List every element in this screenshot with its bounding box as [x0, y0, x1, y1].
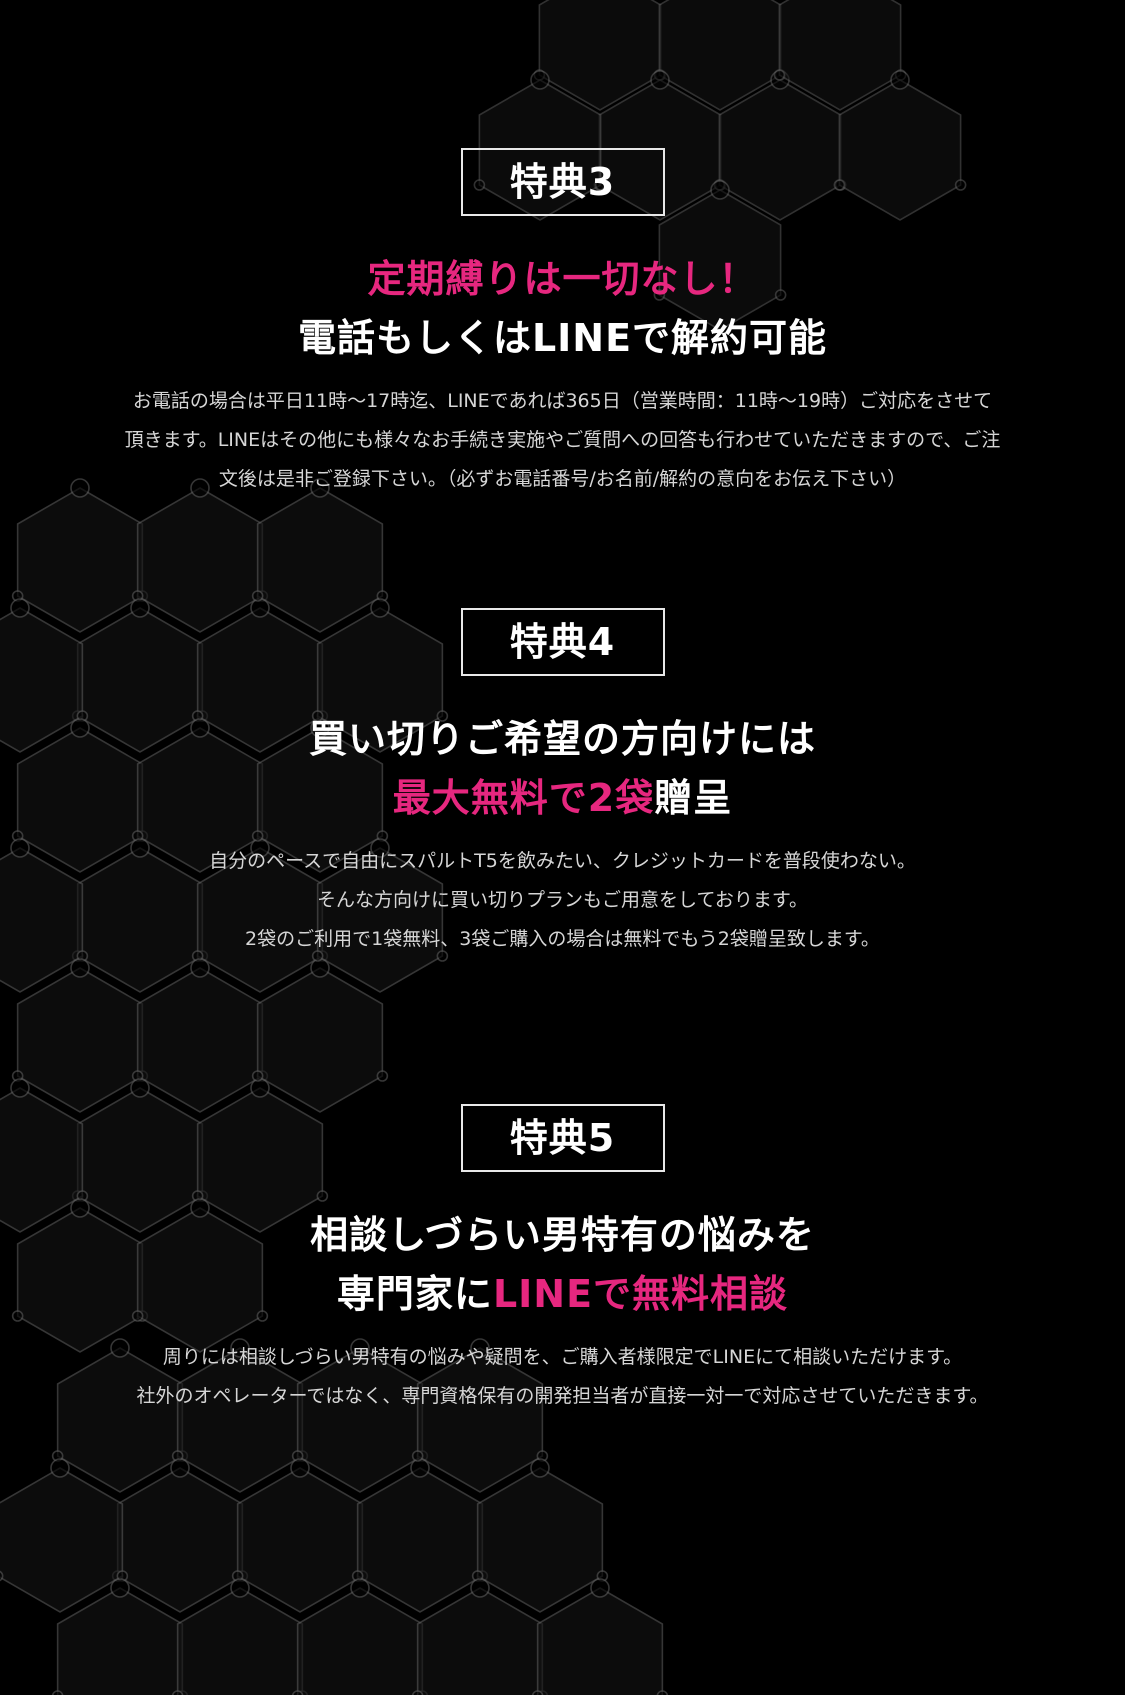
background-hexagon: [136, 967, 264, 1113]
background-node: [110, 1578, 130, 1598]
background-hexagon: [256, 967, 384, 1113]
background-node: [50, 1458, 70, 1478]
benefit-4-description-line: そんな方向けに買い切りプランもご用意をしております。: [317, 889, 808, 911]
background-node: [291, 1690, 304, 1695]
background-node: [170, 1458, 190, 1478]
background-node: [130, 1078, 150, 1098]
background-node: [190, 958, 210, 978]
background-node: [51, 1690, 64, 1695]
background-hexagon: [0, 1467, 124, 1613]
benefit-4-section: 特典4 買い切りご希望の方向けには 最大無料で2袋贈呈 自分のペースで自由にスパ…: [0, 608, 1125, 959]
background-hexagon: [476, 1467, 604, 1613]
background-node: [531, 1690, 544, 1695]
benefit-3-heading-line-2: 電話もしくはLINEで解約可能: [297, 316, 828, 360]
background-node: [251, 590, 264, 602]
background-node: [171, 1690, 184, 1695]
background-node: [656, 1690, 669, 1695]
benefit-5-section: 特典5 相談しづらい男特有の悩みを 専門家にLINEで無料相談 周りには相談しづ…: [0, 1104, 1125, 1416]
benefit-4-heading: 買い切りご希望の方向けには 最大無料で2袋贈呈: [0, 710, 1125, 828]
benefit-4-description-line: 自分のペースで自由にスパルトT5を飲みたい、クレジットカードを普段使わない。: [209, 850, 916, 872]
background-node: [230, 1578, 250, 1598]
benefit-4-description: 自分のペースで自由にスパルトT5を飲みたい、クレジットカードを普段使わない。 そ…: [0, 842, 1125, 959]
background-node: [290, 1458, 310, 1478]
background-node: [376, 1070, 389, 1082]
background-node: [890, 70, 910, 90]
background-node: [251, 1070, 264, 1082]
background-hexagon: [56, 1587, 184, 1695]
background-hexagon: [236, 1467, 364, 1613]
benefit-5-description-line: 周りには相談しづらい男特有の悩みや疑問を、ご購入者様限定でLINEにて相談いただ…: [162, 1346, 963, 1368]
benefit-4-heading-line-2: 最大無料で2袋贈呈: [392, 776, 733, 820]
background-node: [650, 70, 670, 90]
benefit-4-badge: 特典4: [460, 608, 665, 676]
background-hexagon: [536, 1587, 664, 1695]
benefit-3-description-line: 文後は是非ご登録下さい。（必ずお電話番号/お名前/解約の意向をお伝え下さい）: [218, 468, 907, 490]
background-node: [530, 1458, 550, 1478]
benefit-5-heading-line-1: 相談しづらい男特有の悩みを: [310, 1213, 815, 1257]
benefit-5-description: 周りには相談しづらい男特有の悩みや疑問を、ご購入者様限定でLINEにて相談いただ…: [0, 1338, 1125, 1416]
background-hexagon: [116, 1467, 244, 1613]
benefit-5-badge: 特典5: [460, 1104, 665, 1172]
benefit-3-badge: 特典3: [460, 148, 665, 216]
benefit-3-description-line: お電話の場合は平日11時〜17時迄、LINEであれば365日（営業時間：11時〜…: [132, 390, 993, 412]
background-node: [470, 1578, 490, 1598]
background-hexagon: [416, 1587, 544, 1695]
benefit-3-section: 特典3 定期縛りは一切なし！ 電話もしくはLINEで解約可能 お電話の場合は平日…: [0, 148, 1125, 499]
background-node: [10, 1078, 30, 1098]
background-node: [590, 1578, 610, 1598]
benefit-3-description-line: 頂きます。LINEはその他にも様々なお手続き実施やご質問への回答も行わせていただ…: [124, 429, 1001, 451]
benefit-5-description-line: 社外のオペレーターではなく、専門資格保有の開発担当者が直接一対一で対応させていた…: [136, 1385, 989, 1407]
benefit-3-heading-line-1: 定期縛りは一切なし！: [367, 257, 758, 301]
background-node: [411, 1450, 424, 1462]
background-node: [530, 70, 550, 90]
benefit-3-heading: 定期縛りは一切なし！ 電話もしくはLINEで解約可能: [0, 250, 1125, 368]
background-hexagon: [296, 1587, 424, 1695]
benefit-4-description-line: 2袋のご利用で1袋無料、3袋ご購入の場合は無料でもう2袋贈呈致します。: [245, 928, 880, 950]
benefit-5-heading: 相談しづらい男特有の悩みを 専門家にLINEで無料相談: [0, 1206, 1125, 1324]
background-hexagon: [356, 1467, 484, 1613]
background-node: [350, 1578, 370, 1598]
benefit-5-heading-line-2: 専門家にLINEで無料相談: [336, 1272, 789, 1316]
background-hexagon: [176, 1587, 304, 1695]
benefit-3-description: お電話の場合は平日11時〜17時迄、LINEであれば365日（営業時間：11時〜…: [0, 382, 1125, 499]
background-node: [70, 958, 90, 978]
background-node: [0, 1570, 4, 1582]
background-node: [773, 69, 786, 81]
background-node: [411, 1690, 424, 1695]
benefit-4-heading-line-1: 買い切りご希望の方向けには: [308, 717, 816, 761]
background-hexagon: [16, 967, 144, 1113]
